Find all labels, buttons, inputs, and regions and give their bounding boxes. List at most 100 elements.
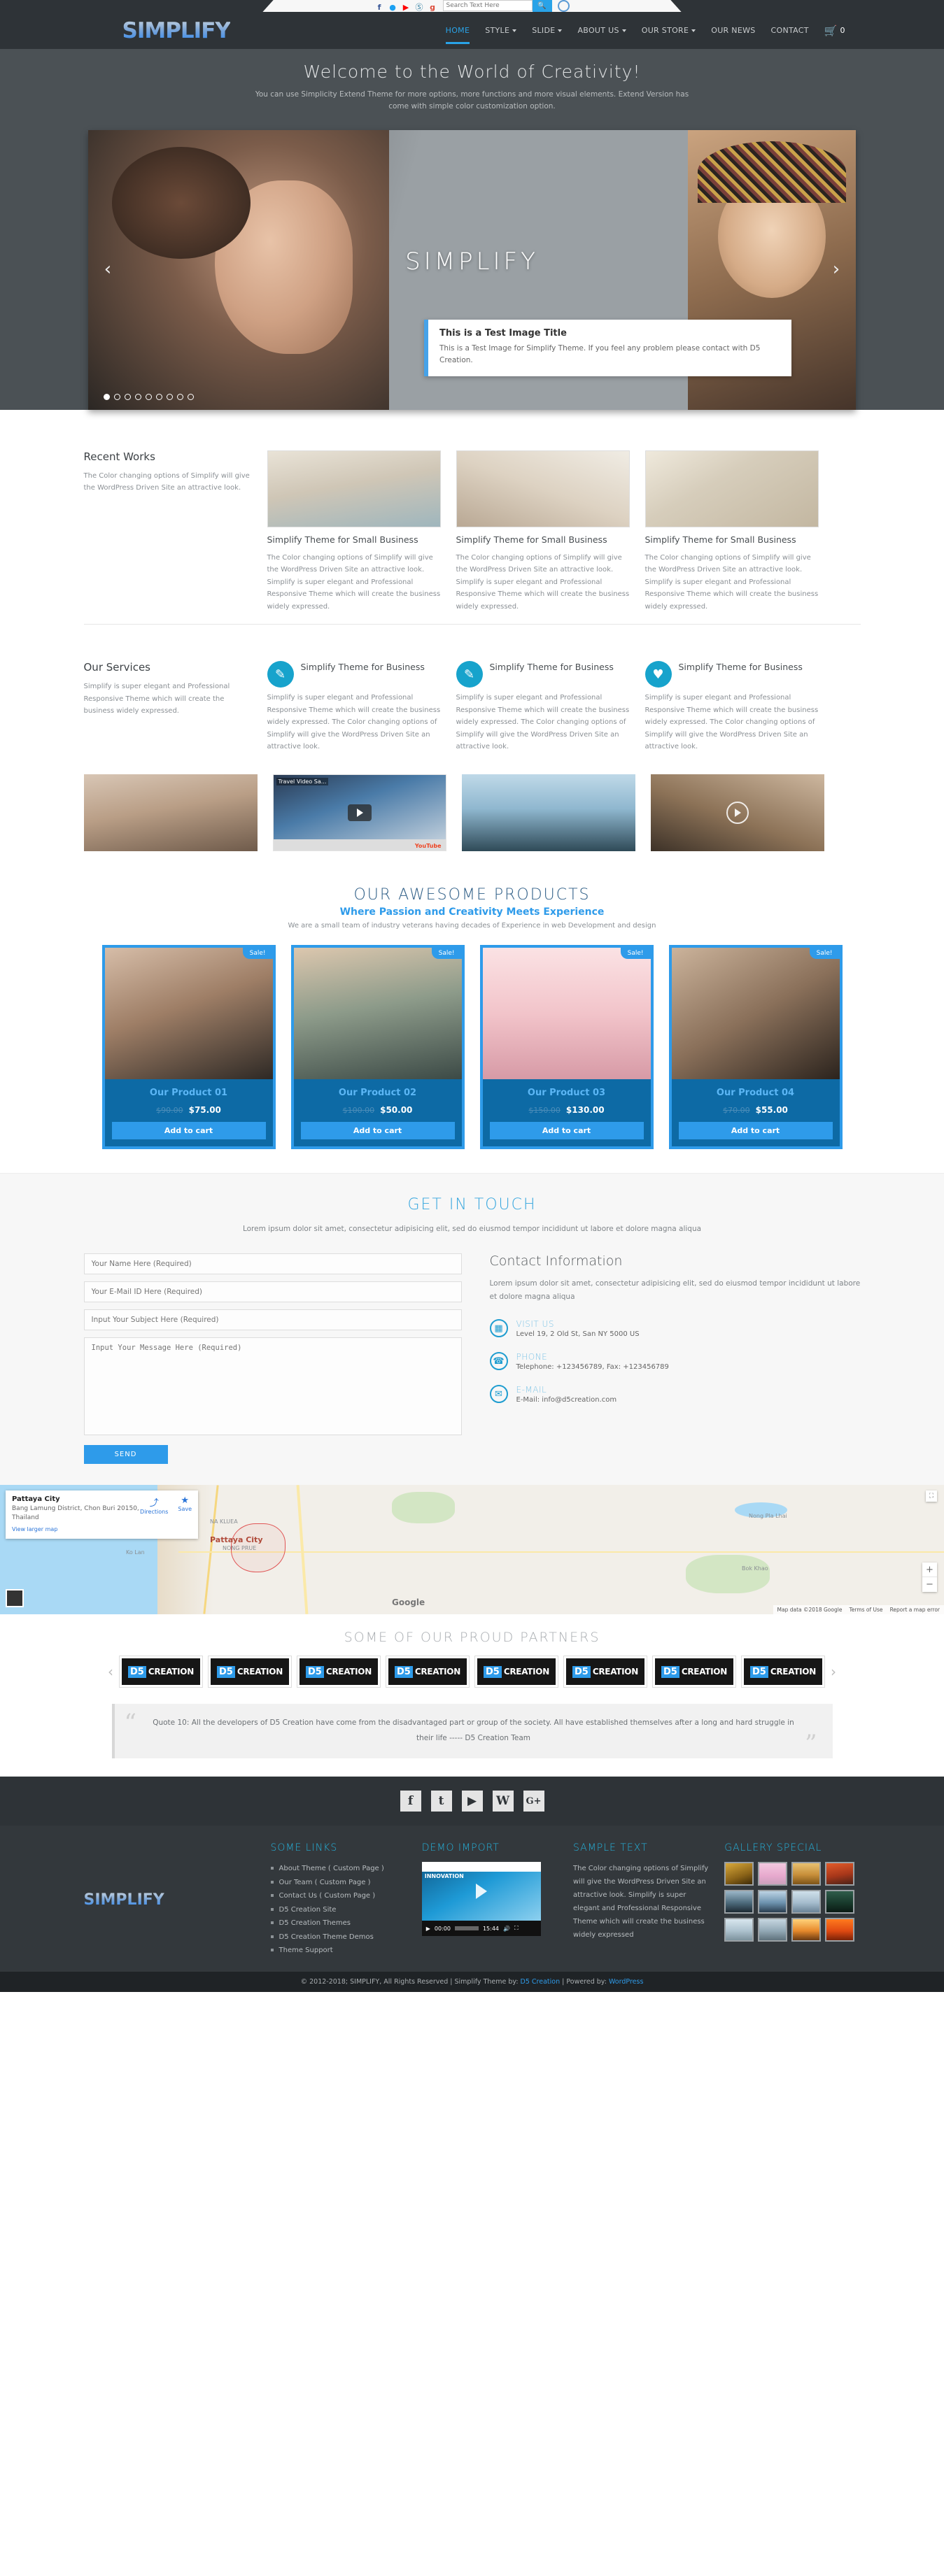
product-card[interactable]: Sale! Our Product 04 $70.00 $55.00 Add to… (668, 944, 843, 1149)
work-title[interactable]: Simplify Theme for Small Business (267, 534, 441, 546)
product-name[interactable]: Our Product 03 (483, 1088, 651, 1098)
map-view-larger-link[interactable]: View larger map (12, 1526, 57, 1532)
slider-dot[interactable] (177, 393, 183, 400)
map-fullscreen-button[interactable]: ⛶ (926, 1490, 937, 1502)
partner-logo[interactable]: D5 CREATION (297, 1656, 380, 1688)
work-card[interactable]: Simplify Theme for Small Business The Co… (267, 450, 441, 613)
slider-dot[interactable] (125, 393, 131, 400)
volume-icon[interactable]: 🔊 (503, 1926, 510, 1932)
youtube-icon[interactable]: ▶ (461, 1791, 483, 1812)
nav-item-about-us[interactable]: ABOUT US (577, 13, 626, 48)
video-tile[interactable] (650, 774, 824, 851)
nav-item-home[interactable]: HOME (445, 13, 470, 48)
work-card[interactable]: Simplify Theme for Small Business The Co… (644, 450, 819, 613)
product-image[interactable] (293, 947, 462, 1079)
work-title[interactable]: Simplify Theme for Small Business (645, 534, 819, 546)
footer-link-item[interactable]: About Theme ( Custom Page ) (270, 1862, 407, 1876)
cart-button[interactable]: 🛒 0 (824, 24, 845, 37)
gallery-thumbnail[interactable] (791, 1862, 822, 1886)
wordpress-icon[interactable]: W (492, 1791, 514, 1812)
partner-logo[interactable]: D5 CREATION (209, 1656, 291, 1688)
google-plus-icon[interactable]: g (428, 3, 437, 12)
partner-logo[interactable]: D5 CREATION (386, 1656, 469, 1688)
nav-item-slide[interactable]: SLIDE (532, 13, 563, 48)
partner-logo[interactable]: D5 CREATION (742, 1656, 824, 1688)
gallery-thumbnail[interactable] (825, 1890, 855, 1914)
video-progress-bar[interactable] (454, 1926, 479, 1931)
add-to-cart-button[interactable]: Add to cart (300, 1121, 455, 1139)
map-zoom-out-button[interactable]: − (922, 1577, 937, 1592)
slider-dot[interactable] (167, 393, 173, 400)
product-image[interactable] (671, 947, 840, 1079)
youtube-icon[interactable]: ▶ (402, 3, 411, 12)
work-title[interactable]: Simplify Theme for Small Business (456, 534, 630, 546)
product-name[interactable]: Our Product 01 (105, 1088, 273, 1098)
product-name[interactable]: Our Product 04 (672, 1088, 840, 1098)
map-street-view-thumbnail[interactable] (6, 1589, 24, 1608)
map-directions-button[interactable]: ⤴ Directions (140, 1495, 168, 1515)
copyright-platform-link[interactable]: WordPress (609, 1978, 643, 1986)
gallery-thumbnail[interactable] (724, 1890, 754, 1914)
search-input[interactable] (442, 0, 533, 11)
facebook-icon[interactable]: f (375, 3, 384, 12)
slider-dot[interactable] (156, 393, 162, 400)
google-plus-icon[interactable]: G+ (523, 1791, 544, 1812)
gallery-thumbnail[interactable] (791, 1918, 822, 1942)
nav-item-style[interactable]: STYLE (485, 13, 517, 48)
message-field[interactable] (83, 1337, 462, 1436)
service-card[interactable]: ✎ Simplify Theme for Business Simplify i… (267, 661, 441, 753)
fullscreen-icon[interactable]: ⛶ (514, 1925, 519, 1932)
footer-link-item[interactable]: D5 Creation Theme Demos (270, 1930, 407, 1944)
service-card[interactable]: ✎ Simplify Theme for Business Simplify i… (456, 661, 630, 753)
gallery-thumbnail[interactable] (825, 1862, 855, 1886)
facebook-icon[interactable]: f (400, 1791, 421, 1812)
product-card[interactable]: Sale! Our Product 02 $100.00 $50.00 Add t… (290, 944, 465, 1149)
partners-next-arrow[interactable]: › (831, 1663, 836, 1680)
play-icon[interactable] (347, 804, 372, 821)
product-image[interactable] (482, 947, 651, 1079)
nav-item-our-news[interactable]: OUR NEWS (711, 13, 755, 48)
gallery-thumbnail[interactable] (791, 1890, 822, 1914)
image-slider[interactable]: SIMPLIFY ‹ › This is a Test Image Title … (88, 129, 856, 410)
work-card[interactable]: Simplify Theme for Small Business The Co… (456, 450, 630, 613)
twitter-icon[interactable]: ● (388, 3, 397, 12)
product-image[interactable] (104, 947, 273, 1079)
twitter-icon[interactable]: t (430, 1791, 452, 1812)
partner-logo[interactable]: D5 CREATION (475, 1656, 558, 1688)
video-tile[interactable] (83, 774, 258, 851)
product-card[interactable]: Sale! Our Product 03 $150.00 $130.00 Add … (479, 944, 654, 1149)
slider-dot[interactable] (135, 393, 141, 400)
add-to-cart-button[interactable]: Add to cart (678, 1121, 833, 1139)
slider-dot[interactable] (114, 393, 120, 400)
email-field[interactable] (83, 1281, 462, 1303)
gallery-thumbnail[interactable] (758, 1862, 788, 1886)
wordpress-icon[interactable]: Ⓢ (415, 3, 424, 12)
youtube-video-tile[interactable]: Travel Video Sa... YouTube (272, 774, 446, 851)
map-save-button[interactable]: ★ Save (178, 1495, 192, 1512)
partner-logo[interactable]: D5 CREATION (120, 1656, 202, 1688)
footer-video-player[interactable]: INNOVATION ▶ 00:00 15:44 🔊 ⛶ (421, 1862, 541, 1937)
add-to-cart-button[interactable]: Add to cart (489, 1121, 644, 1139)
gallery-thumbnail[interactable] (758, 1918, 788, 1942)
search-button[interactable]: 🔍 (532, 0, 552, 12)
subject-field[interactable] (83, 1309, 462, 1331)
product-card[interactable]: Sale! Our Product 01 $90.00 $75.00 Add to… (101, 944, 276, 1149)
footer-logo[interactable]: SIMPLIFY (84, 1891, 164, 1909)
map-zoom-in-button[interactable]: + (922, 1563, 937, 1578)
partner-logo[interactable]: D5 CREATION (564, 1656, 647, 1688)
nav-item-our-store[interactable]: OUR STORE (642, 13, 696, 48)
map-terms-link[interactable]: Terms of Use (849, 1607, 882, 1613)
gallery-thumbnail[interactable] (758, 1890, 788, 1914)
service-card[interactable]: ♥ Simplify Theme for Business Simplify i… (644, 661, 819, 753)
gallery-thumbnail[interactable] (724, 1918, 754, 1942)
site-logo[interactable]: SIMPLIFY (122, 18, 231, 43)
user-account-icon[interactable] (557, 0, 570, 12)
map-report-link[interactable]: Report a map error (890, 1607, 940, 1613)
add-to-cart-button[interactable]: Add to cart (111, 1121, 266, 1139)
slider-dot[interactable] (188, 393, 194, 400)
slider-next-arrow[interactable]: › (826, 260, 846, 280)
video-tile[interactable] (461, 774, 635, 851)
partners-prev-arrow[interactable]: ‹ (108, 1663, 113, 1680)
footer-link-item[interactable]: D5 Creation Site (270, 1903, 407, 1917)
slider-dot[interactable] (104, 393, 110, 400)
